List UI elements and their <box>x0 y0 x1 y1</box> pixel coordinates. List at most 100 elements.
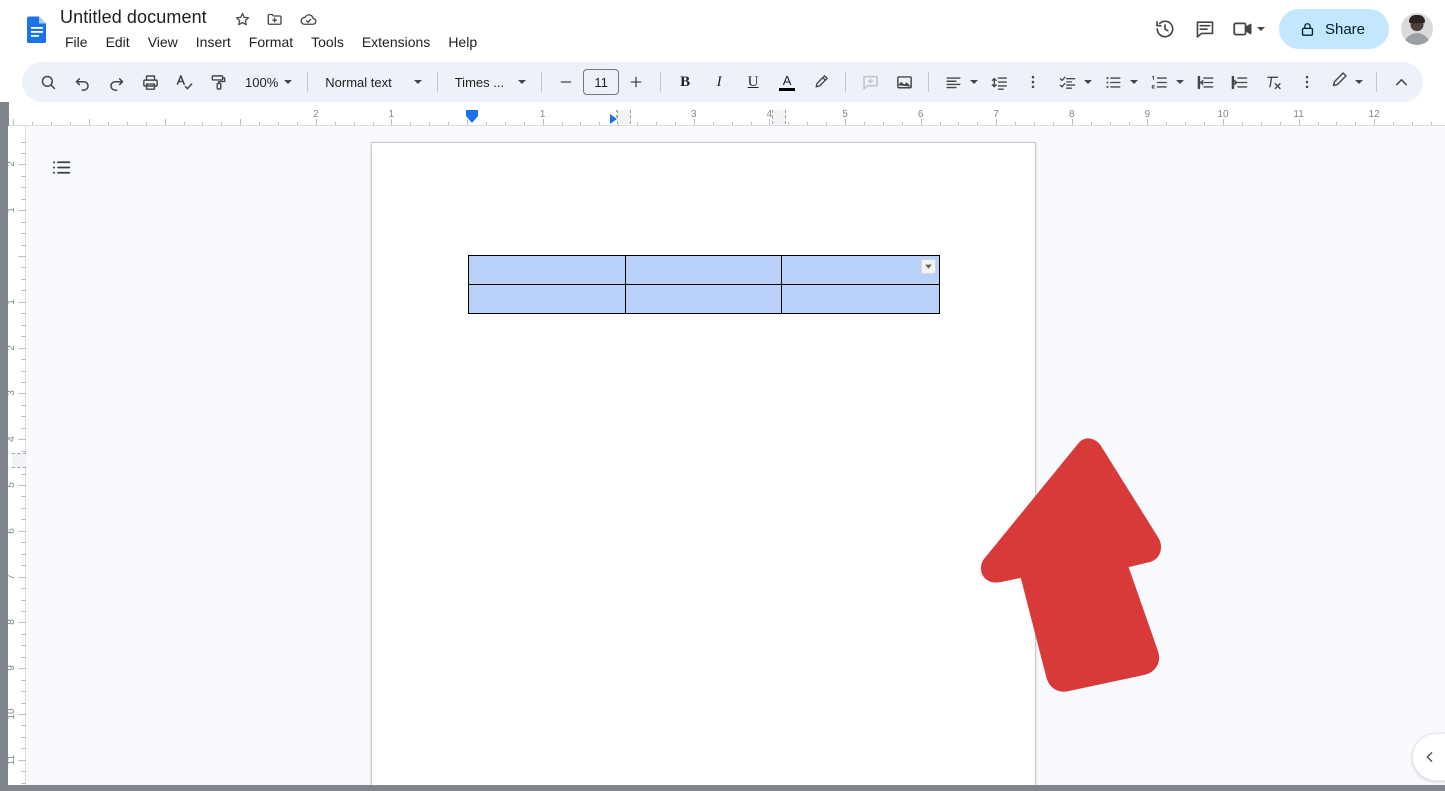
tab-stop-marker-mid[interactable] <box>772 110 786 124</box>
table-cell-r2c3[interactable] <box>781 284 940 314</box>
chevron-up-icon[interactable] <box>1387 68 1415 96</box>
document-page[interactable] <box>371 142 1161 791</box>
table-row[interactable] <box>468 255 940 285</box>
more-vertical-icon[interactable] <box>1019 68 1047 96</box>
text-color-button[interactable]: A <box>773 68 801 96</box>
google-docs-window: Untitled document File Edit View Insert … <box>0 0 1445 791</box>
history-clock-icon[interactable] <box>1145 9 1185 49</box>
ruler-number: 10 <box>8 708 17 720</box>
cloud-saved-icon[interactable] <box>298 9 318 29</box>
line-spacing-icon[interactable] <box>985 68 1013 96</box>
menu-help[interactable]: Help <box>439 33 486 51</box>
increase-indent-icon[interactable] <box>1225 68 1253 96</box>
share-button[interactable]: Share <box>1278 9 1389 49</box>
user-avatar[interactable] <box>1401 13 1433 45</box>
star-icon[interactable] <box>232 9 252 29</box>
zoom-selector[interactable]: 100% <box>235 68 300 96</box>
bold-button[interactable]: B <box>671 68 699 96</box>
font-size-input[interactable]: 11 <box>583 69 620 95</box>
comment-icon[interactable] <box>1185 9 1225 49</box>
horizontal-ruler[interactable]: 21123456789101112 <box>0 108 1445 126</box>
highlight-pen-icon[interactable] <box>807 68 835 96</box>
numbered-list-button[interactable] <box>1142 68 1188 96</box>
paint-format-icon[interactable] <box>204 68 232 96</box>
more-options-icon[interactable] <box>1293 68 1321 96</box>
table-cell-r1c1[interactable] <box>468 255 626 285</box>
menu-format[interactable]: Format <box>240 33 302 51</box>
ruler-number: 5 <box>8 482 17 488</box>
ruler-number: 6 <box>8 528 17 534</box>
horizontal-scrollbar[interactable] <box>0 785 1445 791</box>
right-indent-marker[interactable] <box>610 114 617 124</box>
chevron-left-icon[interactable] <box>1412 733 1445 781</box>
ruler-tick <box>18 577 26 578</box>
ruler-number: 1 <box>8 207 17 213</box>
chevron-down-icon <box>518 80 527 84</box>
menu-insert[interactable]: Insert <box>187 33 240 51</box>
toolbar-divider <box>928 72 930 92</box>
docs-file-icon[interactable] <box>22 14 52 44</box>
bold-label: B <box>680 73 691 90</box>
ruler-number: 8 <box>8 619 17 626</box>
table-cell-r2c1[interactable] <box>468 284 626 314</box>
toolbar-container: 100% Normal text Times ... 11 B I U A <box>0 58 1445 108</box>
ruler-tick <box>18 531 26 532</box>
ruler-tick <box>18 485 26 486</box>
italic-button[interactable]: I <box>705 68 733 96</box>
redo-icon[interactable] <box>102 68 130 96</box>
paragraph-style-selector[interactable]: Normal text <box>315 68 429 96</box>
table-row[interactable] <box>468 284 940 314</box>
cell-options-chevron-icon[interactable] <box>921 259 936 274</box>
spellcheck-icon[interactable] <box>170 68 198 96</box>
avatar-body <box>1404 33 1430 45</box>
bulleted-list-button[interactable] <box>1096 68 1142 96</box>
increase-font-size-button[interactable] <box>622 68 650 96</box>
ruler-number: 1 <box>8 299 17 305</box>
document-table[interactable] <box>468 255 940 314</box>
decrease-indent-icon[interactable] <box>1191 68 1219 96</box>
print-icon[interactable] <box>136 68 164 96</box>
editing-mode-button[interactable] <box>1324 68 1369 96</box>
checklist-button[interactable] <box>1050 68 1096 96</box>
document-title[interactable]: Untitled document <box>60 4 207 30</box>
add-comment-icon[interactable] <box>856 68 884 96</box>
meet-button[interactable] <box>1225 9 1269 49</box>
insert-image-icon[interactable] <box>890 68 918 96</box>
ruler-number: 11 <box>8 754 17 765</box>
menu-view[interactable]: View <box>139 33 187 51</box>
tab-stop-marker-left[interactable] <box>617 110 631 124</box>
menu-edit[interactable]: Edit <box>97 33 139 51</box>
ruler-number: 3 <box>8 390 17 397</box>
move-to-folder-icon[interactable] <box>265 9 285 29</box>
vertical-tab-stop-marker[interactable] <box>12 453 26 468</box>
chevron-down-icon <box>1176 80 1185 84</box>
decrease-font-size-button[interactable] <box>552 68 580 96</box>
chevron-down-icon <box>1355 80 1364 84</box>
bulleted-list-icon <box>1099 68 1127 96</box>
menu-file[interactable]: File <box>60 33 97 51</box>
title-block: Untitled document <box>60 4 207 30</box>
table-cell-r1c2[interactable] <box>625 255 782 285</box>
table-cell-r1c3[interactable] <box>781 255 940 285</box>
menu-tools[interactable]: Tools <box>302 33 353 51</box>
ruler-number: 7 <box>8 573 17 580</box>
align-button[interactable] <box>936 68 982 96</box>
text-color-label: A <box>782 72 792 88</box>
search-icon[interactable] <box>34 68 62 96</box>
underline-button[interactable]: U <box>739 68 767 96</box>
checklist-icon <box>1053 68 1081 96</box>
main-toolbar: 100% Normal text Times ... 11 B I U A <box>22 62 1423 102</box>
chevron-down-icon <box>970 80 979 84</box>
table-cell-r2c2[interactable] <box>625 284 782 314</box>
toolbar-divider <box>845 72 847 92</box>
header-right-actions: Share <box>1145 0 1433 58</box>
vertical-ruler[interactable]: 2 1 1 2 3 4 5 6 7 8 9 10 11 <box>8 126 26 791</box>
document-outline-icon[interactable] <box>42 148 80 186</box>
menu-extensions[interactable]: Extensions <box>353 33 439 51</box>
text-color-swatch <box>779 87 796 91</box>
undo-icon[interactable] <box>68 68 96 96</box>
ruler-tick <box>18 302 26 303</box>
clear-formatting-icon[interactable] <box>1259 68 1287 96</box>
left-indent-marker[interactable] <box>466 116 478 123</box>
font-family-selector[interactable]: Times ... <box>445 68 534 96</box>
